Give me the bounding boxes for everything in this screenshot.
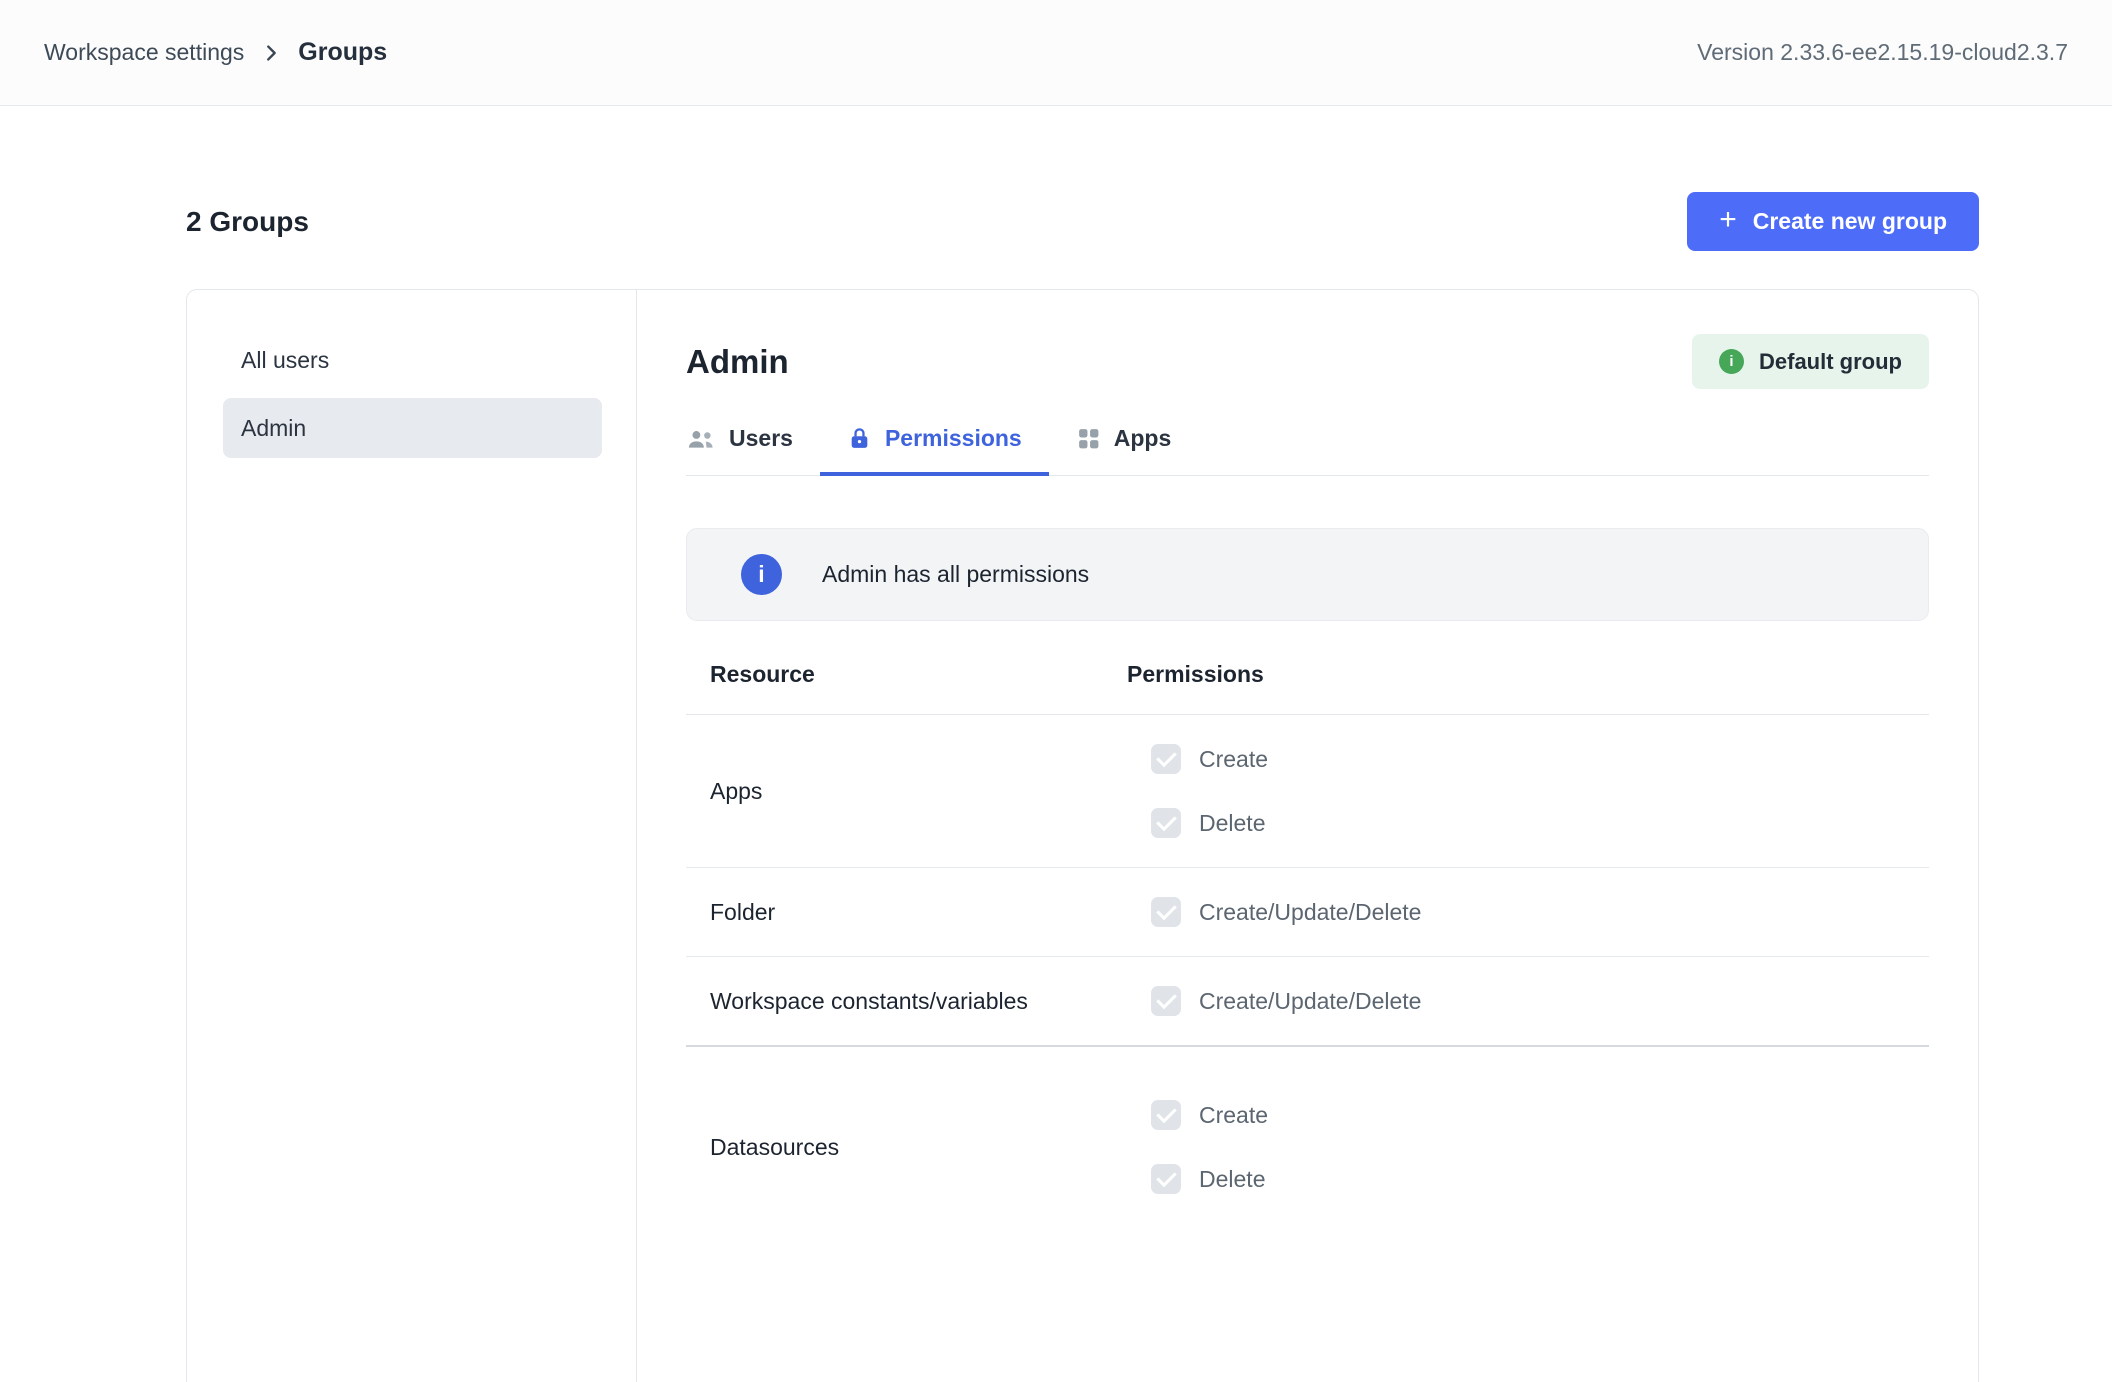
permission-option: Delete [1127, 1147, 1929, 1211]
chevron-right-icon [260, 42, 282, 64]
apps-grid-icon [1076, 426, 1101, 451]
group-tabs: Users Permissions [686, 425, 1929, 476]
delete-checkbox[interactable] [1151, 808, 1181, 838]
permission-label: Create/Update/Delete [1199, 899, 1421, 926]
group-detail-panel: Admin i Default group [637, 290, 1978, 1382]
breadcrumb-workspace-settings[interactable]: Workspace settings [44, 39, 244, 66]
breadcrumb-groups: Groups [298, 38, 387, 67]
resource-label: Folder [686, 880, 1127, 944]
tab-users-label: Users [729, 425, 793, 452]
table-row-folder: Folder Create/Update/Delete [686, 868, 1929, 957]
plus-icon: + [1719, 205, 1737, 235]
permissions-cell: Create/Update/Delete [1127, 969, 1929, 1033]
column-header-permissions: Permissions [1127, 661, 1929, 688]
sidebar-item-admin[interactable]: Admin [223, 398, 602, 458]
group-detail-header: Admin i Default group [686, 334, 1929, 389]
lock-icon [847, 426, 872, 451]
create-new-group-label: Create new group [1753, 208, 1947, 235]
table-row-apps: Apps Create Delete [686, 715, 1929, 868]
resource-label: Apps [686, 727, 1127, 855]
users-icon [686, 427, 716, 451]
info-icon: i [741, 554, 782, 595]
table-row-workspace-constants: Workspace constants/variables Create/Upd… [686, 957, 1929, 1047]
info-banner: i Admin has all permissions [686, 528, 1929, 621]
breadcrumb: Workspace settings Groups [44, 38, 387, 67]
groups-count: 2 Groups [186, 206, 309, 238]
tab-users[interactable]: Users [659, 425, 820, 476]
table-row-datasources: Datasources Create Delete [686, 1047, 1929, 1223]
create-new-group-button[interactable]: + Create new group [1687, 192, 1979, 251]
tab-apps[interactable]: Apps [1049, 425, 1199, 476]
permission-option: Create [1127, 727, 1929, 791]
column-header-resource: Resource [686, 661, 1127, 688]
groups-card: All users Admin Admin i Default group [186, 289, 1979, 1382]
permissions-cell: Create Delete [1127, 727, 1929, 855]
permission-label: Create [1199, 746, 1268, 773]
permission-label: Delete [1199, 1166, 1265, 1193]
resource-label: Workspace constants/variables [686, 969, 1127, 1033]
green-info-icon: i [1719, 349, 1744, 374]
create-update-delete-checkbox[interactable] [1151, 897, 1181, 927]
permission-option: Delete [1127, 791, 1929, 855]
permissions-table: Resource Permissions Apps Create Delete [686, 643, 1929, 1223]
tab-permissions-label: Permissions [885, 425, 1022, 452]
delete-checkbox[interactable] [1151, 1164, 1181, 1194]
create-update-delete-checkbox[interactable] [1151, 986, 1181, 1016]
permission-option: Create/Update/Delete [1127, 880, 1929, 944]
info-banner-text: Admin has all permissions [822, 561, 1089, 588]
permission-option: Create/Update/Delete [1127, 969, 1929, 1033]
permission-label: Create/Update/Delete [1199, 988, 1421, 1015]
group-title: Admin [686, 343, 789, 381]
permissions-table-header: Resource Permissions [686, 643, 1929, 715]
permissions-cell: Create/Update/Delete [1127, 880, 1929, 944]
create-checkbox[interactable] [1151, 744, 1181, 774]
version-text: Version 2.33.6-ee2.15.19-cloud2.3.7 [1697, 39, 2068, 66]
tab-apps-label: Apps [1114, 425, 1172, 452]
groups-toolbar: 2 Groups + Create new group [186, 192, 1979, 251]
default-group-badge-label: Default group [1759, 349, 1902, 375]
top-header: Workspace settings Groups Version 2.33.6… [0, 0, 2112, 106]
resource-label: Datasources [686, 1083, 1127, 1211]
default-group-badge: i Default group [1692, 334, 1929, 389]
permission-label: Create [1199, 1102, 1268, 1129]
permissions-cell: Create Delete [1127, 1083, 1929, 1211]
create-checkbox[interactable] [1151, 1100, 1181, 1130]
page-container: 2 Groups + Create new group All users Ad… [186, 192, 1979, 1382]
sidebar-item-all-users[interactable]: All users [223, 330, 602, 390]
permission-label: Delete [1199, 810, 1265, 837]
tab-permissions[interactable]: Permissions [820, 425, 1049, 476]
permission-option: Create [1127, 1083, 1929, 1147]
groups-sidebar: All users Admin [187, 290, 637, 1382]
